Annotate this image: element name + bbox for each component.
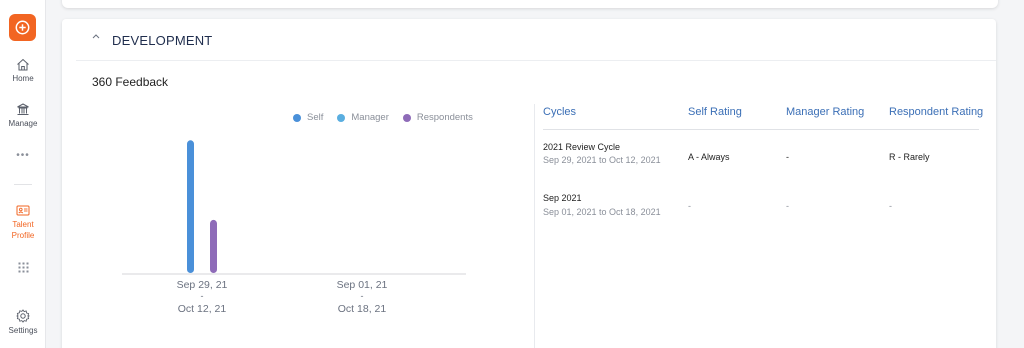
manager-rating-cell: - (786, 201, 789, 211)
previous-section-card (62, 0, 998, 8)
development-card: DEVELOPMENT 360 Feedback Self Manager Re… (62, 19, 996, 348)
table-header-rule (543, 129, 979, 130)
more-icon[interactable]: ••• (0, 150, 46, 161)
sidebar-item-manage[interactable]: Manage (0, 103, 46, 128)
feedback-bar-chart: Sep 29, 21-Oct 12, 21Sep 01, 21-Oct 18, … (122, 140, 466, 315)
column-header-respondent-rating[interactable]: Respondent Rating (889, 106, 983, 118)
cycle-dates: Sep 01, 2021 to Oct 18, 2021 (543, 207, 661, 217)
sidebar-item-label: Home (12, 74, 34, 83)
sidebar-item-label: Manage (8, 119, 38, 128)
x-tick-label: - (361, 291, 364, 301)
grid-icon (18, 262, 28, 273)
home-icon (17, 58, 29, 71)
bar-self[interactable] (187, 140, 194, 273)
add-button[interactable] (9, 14, 36, 41)
panel-divider (534, 104, 535, 348)
sidebar-item-label: Talent Profile (11, 220, 35, 240)
respondent-rating-cell: R - Rarely (889, 152, 930, 162)
x-tick-label: Sep 29, 21 (177, 279, 228, 291)
x-tick-label: Oct 12, 21 (178, 303, 227, 315)
apps-grid-button[interactable] (0, 262, 46, 276)
sidebar-divider (14, 184, 32, 185)
bank-icon (17, 103, 29, 115)
x-tick-label: - (201, 291, 204, 301)
x-tick-label: Sep 01, 21 (337, 279, 388, 291)
manager-rating-cell: - (786, 152, 789, 162)
column-header-manager-rating[interactable]: Manager Rating (786, 106, 864, 118)
column-header-cycles[interactable]: Cycles (543, 106, 576, 118)
cycle-name: Sep 2021 (543, 193, 582, 203)
cycle-name: 2021 Review Cycle (543, 142, 621, 152)
sidebar-item-settings[interactable]: Settings (0, 309, 46, 335)
sidebar-item-label: Settings (8, 326, 38, 335)
id-card-icon (16, 205, 30, 216)
sidebar: Home Manage ••• Talent Profile Settings (0, 0, 46, 348)
self-rating-cell: A - Always (688, 152, 730, 162)
column-header-self-rating[interactable]: Self Rating (688, 106, 742, 118)
sidebar-item-home[interactable]: Home (0, 58, 46, 83)
sidebar-item-talent-profile[interactable]: Talent Profile (0, 205, 46, 241)
x-tick-label: Oct 18, 21 (338, 303, 387, 315)
respondent-rating-cell: - (889, 201, 892, 211)
cycle-dates: Sep 29, 2021 to Oct 12, 2021 (543, 155, 661, 165)
add-circle-icon (15, 20, 30, 35)
self-rating-cell: - (688, 201, 691, 211)
bar-respondents[interactable] (210, 219, 217, 273)
gear-icon (16, 309, 30, 323)
